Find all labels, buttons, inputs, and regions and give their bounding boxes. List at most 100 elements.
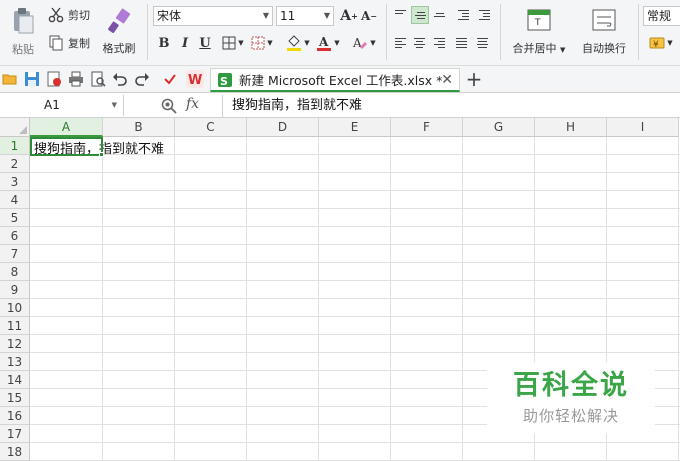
close-tab-icon[interactable]: ✕ [441,72,453,88]
column-header[interactable]: C [175,118,247,137]
align-center-button[interactable] [411,34,429,52]
currency-format-button[interactable]: ¥ ▼ [646,33,676,53]
new-tab-button[interactable]: + [464,69,484,91]
row-header[interactable]: 3 [0,173,30,191]
row-header[interactable]: 11 [0,317,30,335]
column-header[interactable]: E [319,118,391,137]
function-area: fx [155,94,221,118]
font-name-select[interactable]: 宋体 ▼ [153,6,273,26]
format-painter-button[interactable]: 格式刷 [98,4,140,60]
justify-button[interactable] [453,34,471,52]
column-header[interactable]: F [391,118,463,137]
distributed-align-button[interactable] [474,34,492,52]
underline-button[interactable]: U [196,34,214,52]
align-top-button[interactable] [392,6,410,24]
row-header[interactable]: 14 [0,371,30,389]
font-color-button[interactable]: A ▼ [314,33,342,53]
name-box[interactable]: A1 ▼ [0,95,124,116]
document-tab[interactable]: S 新建 Microsoft Excel 工作表.xlsx * ✕ [210,68,460,92]
row-gridline [30,298,680,299]
number-format-value: 常规 [647,9,672,23]
column-header[interactable]: A [30,118,103,137]
align-bottom-button[interactable] [431,6,449,24]
row-header[interactable]: 5 [0,209,30,227]
column-header[interactable]: B [103,118,175,137]
merge-center-label: 合并居中 ▼ [512,41,566,55]
column-gridline [102,137,103,461]
row-header[interactable]: 13 [0,353,30,371]
row-header[interactable]: 16 [0,407,30,425]
merge-center-button[interactable]: T 合并居中 ▼ [506,4,572,60]
chevron-down-icon: ▼ [262,11,269,20]
increase-font-button[interactable]: A + [340,7,358,25]
decrease-font-button[interactable]: A − [360,7,378,25]
wps-logo-icon[interactable]: W [186,70,204,88]
wrap-text-label: 自动换行 [582,41,626,55]
print-preview-icon[interactable] [90,71,106,87]
cell-fill-pattern-button[interactable]: ▼ [249,34,275,52]
paste-button[interactable]: 粘贴 [4,4,42,60]
save-icon[interactable] [24,71,40,87]
font-size-value: 11 [280,9,296,23]
row-header[interactable]: 6 [0,227,30,245]
row-header[interactable]: 15 [0,389,30,407]
font-size-select[interactable]: 11 ▼ [276,6,334,26]
insert-function-button[interactable]: fx [186,96,199,112]
export-pdf-icon[interactable] [46,71,62,87]
redo-icon[interactable] [134,71,150,87]
align-right-button[interactable] [431,34,449,52]
column-gridline [462,137,463,461]
italic-button[interactable]: I [176,34,194,52]
open-folder-icon[interactable] [2,71,18,87]
bold-button[interactable]: B [155,34,173,52]
fill-color-button[interactable]: ▼ [284,33,312,53]
align-left-button[interactable] [392,34,410,52]
ribbon: 粘贴 剪切 复制 格式刷 宋体 ▼ 11 ▼ A + A − B I U ▼ ▼… [0,0,680,66]
svg-text:A: A [318,35,329,49]
spreadsheet-file-icon: S [218,72,232,88]
row-header[interactable]: 1 [0,137,30,155]
row-header[interactable]: 7 [0,245,30,263]
column-header[interactable]: I [607,118,679,137]
formula-bar: A1 ▼ fx 搜狗指南，指到就不难 [0,94,680,118]
row-gridline [30,316,680,317]
clear-format-button[interactable]: A ▼ [350,33,378,53]
number-format-select[interactable]: 常规 [643,6,680,26]
wrap-text-icon [592,9,616,30]
cut-button[interactable]: 剪切 [48,6,90,24]
wrap-text-button[interactable]: 自动换行 [576,4,632,60]
row-gridline [30,244,680,245]
undo-icon[interactable] [112,71,128,87]
chevron-down-icon: ▼ [323,11,330,20]
formula-input[interactable]: 搜狗指南，指到就不难 [222,95,680,117]
row-header[interactable]: 10 [0,299,30,317]
row-header[interactable]: 8 [0,263,30,281]
column-header[interactable]: G [463,118,535,137]
currency-icon: ¥ [649,37,665,50]
column-header[interactable]: H [535,118,607,137]
decrease-indent-button[interactable] [455,6,473,24]
row-header[interactable]: 17 [0,425,30,443]
customize-toolbar-icon[interactable] [162,71,178,87]
row-gridline [30,442,680,443]
row-header[interactable]: 18 [0,443,30,461]
row-header[interactable]: 4 [0,191,30,209]
zoom-icon[interactable] [161,98,177,114]
row-header[interactable]: 2 [0,155,30,173]
cut-label: 剪切 [68,9,90,22]
column-header[interactable]: D [247,118,319,137]
borders-button[interactable]: ▼ [220,34,246,52]
row-header[interactable]: 9 [0,281,30,299]
align-middle-button[interactable] [411,6,429,24]
active-cell-a1[interactable] [30,137,103,156]
increase-indent-button[interactable] [476,6,494,24]
copy-button[interactable]: 复制 [48,34,90,52]
paint-bucket-icon [287,35,302,51]
row-header[interactable]: 12 [0,335,30,353]
fill-handle[interactable] [99,152,104,157]
row-gridline [30,280,680,281]
select-all-corner[interactable] [0,118,30,137]
column-gridline [678,137,679,461]
print-icon[interactable] [68,71,84,87]
font-color-icon: A [317,35,332,51]
